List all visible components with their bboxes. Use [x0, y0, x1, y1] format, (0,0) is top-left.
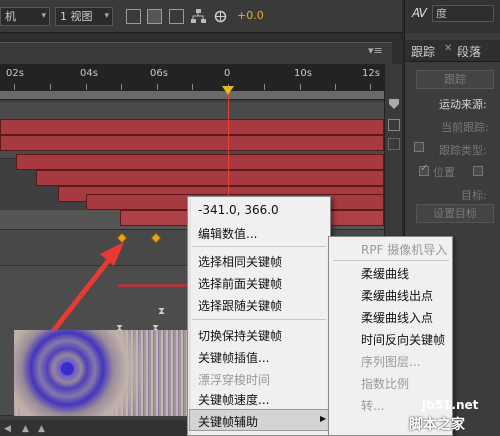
- submenu-item-easy-ease-out[interactable]: 柔缓曲线出点: [361, 287, 433, 304]
- menu-item-select-following-keyframes[interactable]: 选择跟随关键帧: [198, 297, 282, 314]
- menu-item-toggle-hold-keyframe[interactable]: 切换保持关键帧: [198, 327, 282, 344]
- menu-item-keyframe-assistant[interactable]: 关键帧辅助: [198, 413, 258, 430]
- mountain-small-icon[interactable]: ▲: [22, 424, 29, 434]
- menu-item-select-previous-keyframes[interactable]: 选择前面关键帧: [198, 275, 282, 292]
- watermark-url: jb51.net: [422, 398, 479, 412]
- menu-separator: [192, 246, 326, 247]
- menu-item-coords[interactable]: -341.0, 366.0: [198, 203, 279, 217]
- submenu-item-time-reverse-keyframes[interactable]: 时间反向关键帧: [361, 331, 445, 348]
- submenu-item-sequence-layers: 序列图层...: [361, 355, 421, 369]
- menu-gutter: [188, 197, 191, 435]
- submenu-item-easy-ease-in[interactable]: 柔缓曲线入点: [361, 309, 433, 326]
- submenu-item-convert: 转...: [361, 399, 385, 413]
- watermark-name: 脚本之家: [409, 417, 465, 433]
- submenu-item-rpf-camera-import: RPF 摄像机导入: [361, 243, 448, 257]
- menu-item-edit-value[interactable]: 编辑数值...: [198, 225, 257, 242]
- menu-item-rove-across-time: 漂浮穿梭时间: [198, 373, 271, 387]
- noise-overlay-image: [14, 330, 204, 416]
- submenu-item-exponential-scale: 指数比例: [361, 377, 410, 391]
- submenu-item-easy-ease[interactable]: 柔缓曲线: [361, 265, 409, 282]
- menu-separator: [192, 319, 326, 320]
- zoom-out-icon[interactable]: ◀: [4, 424, 11, 434]
- menu-item-keyframe-interpolation[interactable]: 关键帧插值...: [198, 349, 269, 366]
- timeline-zoom-controls: ◀ ▲ ▲: [0, 420, 187, 436]
- keyframe-context-menu: -341.0, 366.0 编辑数值... 选择相同关键帧 选择前面关键帧 选择…: [187, 196, 331, 436]
- menu-separator: [333, 260, 449, 261]
- menu-item-select-equal-keyframes[interactable]: 选择相同关键帧: [198, 253, 282, 270]
- mountain-large-icon[interactable]: ▲: [38, 424, 45, 434]
- submenu-arrow-icon: ▶: [320, 414, 327, 423]
- menu-item-keyframe-velocity[interactable]: 关键帧速度...: [198, 391, 269, 408]
